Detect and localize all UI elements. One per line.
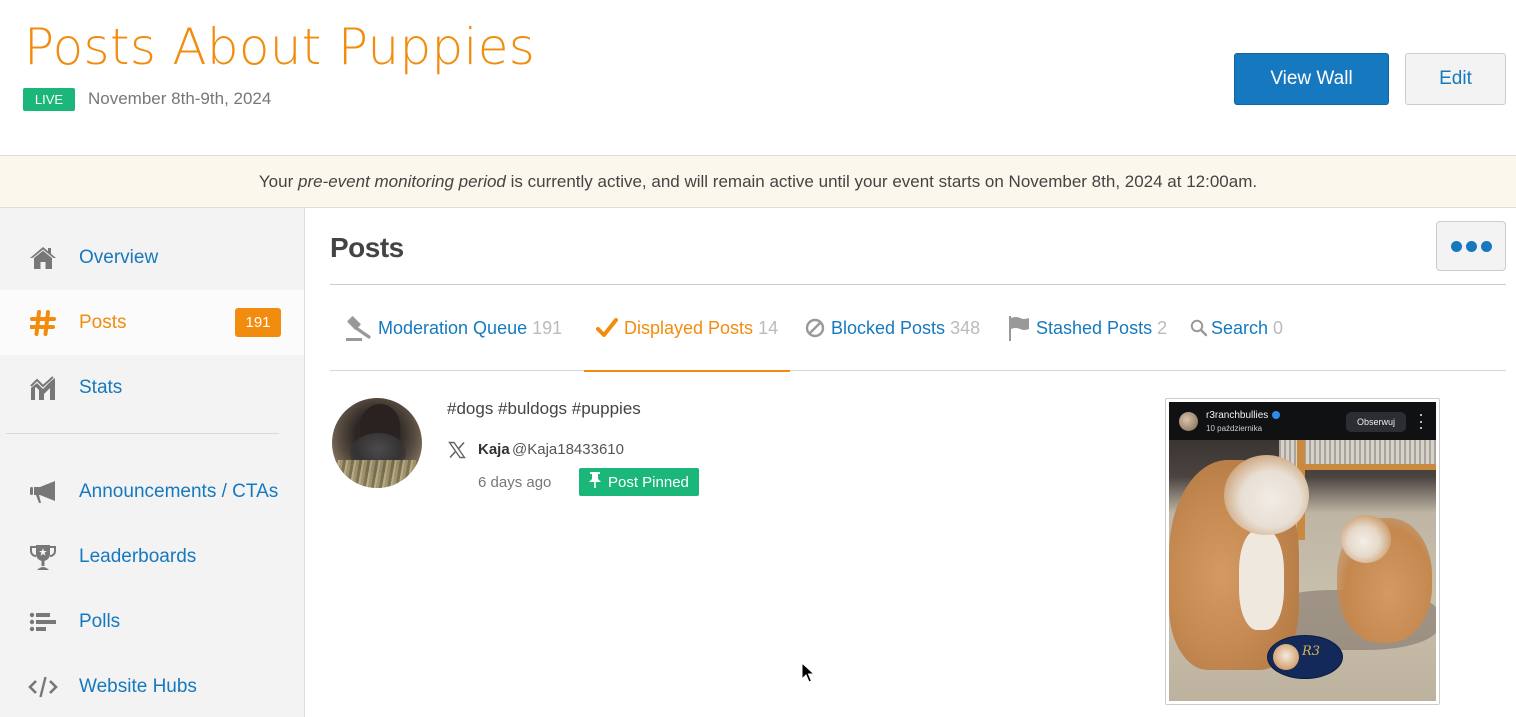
live-status-badge: LIVE (23, 88, 75, 111)
sidebar-item-overview[interactable]: Overview (0, 225, 304, 290)
blocked-icon (805, 318, 825, 338)
pre-event-monitoring-banner: Your pre-event monitoring period is curr… (0, 155, 1516, 208)
view-wall-button[interactable]: View Wall (1234, 53, 1389, 105)
logo-image (1273, 644, 1299, 670)
sidebar-item-label: Overview (79, 246, 159, 268)
home-icon (28, 243, 58, 273)
post-pinned-badge[interactable]: Post Pinned (579, 468, 699, 496)
bulldogs-photo: R3 (1169, 440, 1436, 701)
banner-text-prefix: Your (258, 171, 298, 191)
mouse-cursor-icon (801, 662, 815, 683)
post-text: #dogs #buldogs #puppies (447, 399, 641, 418)
sidebar-item-label: Announcements / CTAs (79, 480, 279, 502)
sidebar-item-website-hubs[interactable]: Website Hubs (0, 654, 304, 717)
more-options-button[interactable] (1436, 221, 1506, 271)
sidebar-item-leaderboards[interactable]: Leaderboards (0, 524, 304, 589)
banner-text-suffix: is currently active, and will remain act… (505, 171, 1258, 191)
embedded-avatar (1179, 412, 1198, 431)
checkmark-icon (596, 318, 618, 338)
hashtag-icon (28, 308, 58, 338)
tab-blocked-posts[interactable]: Blocked Posts 348 (805, 285, 980, 371)
post-timestamp: 6 days ago (478, 474, 552, 491)
embedded-username: r3ranchbullies (1206, 410, 1281, 421)
sidebar-divider (6, 433, 279, 434)
post-media-thumbnail[interactable]: r3ranchbullies 10 października Obserwuj (1165, 398, 1440, 705)
watermark-logo: R3 (1267, 635, 1343, 679)
event-dates: November 8th-9th, 2024 (88, 89, 272, 108)
tab-moderation-queue[interactable]: Moderation Queue 191 (344, 285, 562, 371)
photo-detail (1341, 515, 1391, 563)
sidebar-item-label: Stats (79, 376, 123, 398)
sidebar-nav: Overview Posts 191 Stats Announcements /… (0, 208, 305, 717)
author-avatar[interactable] (332, 398, 422, 488)
verified-icon (1272, 411, 1281, 420)
tab-label: Moderation Queue (378, 317, 528, 338)
photo-detail (1224, 455, 1309, 535)
event-title: Posts About Puppies (24, 18, 536, 76)
tab-displayed-posts[interactable]: Displayed Posts 14 (583, 285, 791, 372)
posts-tabs: Moderation Queue 191 Displayed Posts 14 … (330, 285, 1506, 372)
posts-count-badge: 191 (235, 308, 281, 337)
gavel-icon (344, 315, 372, 341)
more-dot-icon (1450, 240, 1462, 252)
sidebar-item-label: Website Hubs (79, 675, 197, 697)
sidebar-item-label: Polls (79, 610, 121, 632)
tab-label: Blocked Posts (831, 317, 946, 338)
author-handle[interactable]: @Kaja18433610 (512, 441, 624, 458)
event-header: Posts About Puppies LIVE November 8th-9t… (0, 0, 1516, 156)
pin-icon (589, 472, 601, 492)
embedded-follow-button: Obserwuj (1346, 412, 1406, 432)
tab-count: 0 (1273, 317, 1284, 338)
avatar-image-detail (332, 460, 422, 488)
list-icon (28, 607, 58, 637)
embedded-date: 10 października (1206, 424, 1263, 433)
megaphone-icon (28, 477, 58, 507)
sidebar-item-announcements[interactable]: Announcements / CTAs (0, 459, 304, 524)
pinned-label: Post Pinned (608, 473, 689, 491)
banner-text-emphasis: pre-event monitoring period (297, 171, 506, 191)
flag-icon (1008, 315, 1030, 341)
code-icon (28, 672, 58, 702)
tab-count: 14 (758, 317, 779, 338)
sidebar-item-posts[interactable]: Posts 191 (0, 290, 304, 355)
sidebar-item-label: Leaderboards (79, 545, 197, 567)
tab-label: Search (1211, 317, 1269, 338)
tab-stashed-posts[interactable]: Stashed Posts 2 (1008, 285, 1167, 371)
tab-count: 348 (950, 317, 981, 338)
sidebar-item-stats[interactable]: Stats (0, 355, 304, 420)
trophy-icon (28, 542, 58, 572)
photo-detail (1297, 464, 1436, 470)
sidebar-item-polls[interactable]: Polls (0, 589, 304, 654)
post-item[interactable]: #dogs #buldogs #puppies Kaja @Kaja184336… (330, 398, 1506, 717)
x-twitter-icon (448, 441, 466, 459)
chart-icon (28, 373, 58, 403)
sidebar-item-label: Posts (79, 311, 127, 333)
tab-label: Stashed Posts (1036, 317, 1153, 338)
tab-search[interactable]: Search 0 (1190, 285, 1283, 371)
media-image: r3ranchbullies 10 października Obserwuj (1169, 402, 1436, 701)
embedded-instagram-header: r3ranchbullies 10 października Obserwuj (1169, 402, 1436, 440)
more-dot-icon (1465, 240, 1477, 252)
main-content: Posts Moderation Queue 191 Displayed Pos… (305, 208, 1516, 717)
logo-text: R3 (1302, 644, 1321, 659)
search-icon (1190, 319, 1208, 337)
page-title: Posts (330, 232, 404, 263)
more-dot-icon (1480, 240, 1492, 252)
edit-button[interactable]: Edit (1405, 53, 1506, 105)
kebab-menu-icon (1420, 414, 1423, 429)
tab-count: 191 (532, 317, 563, 338)
photo-detail (1239, 530, 1284, 630)
tab-label: Displayed Posts (624, 317, 754, 338)
tab-count: 2 (1157, 317, 1168, 338)
author-name[interactable]: Kaja (478, 441, 510, 458)
